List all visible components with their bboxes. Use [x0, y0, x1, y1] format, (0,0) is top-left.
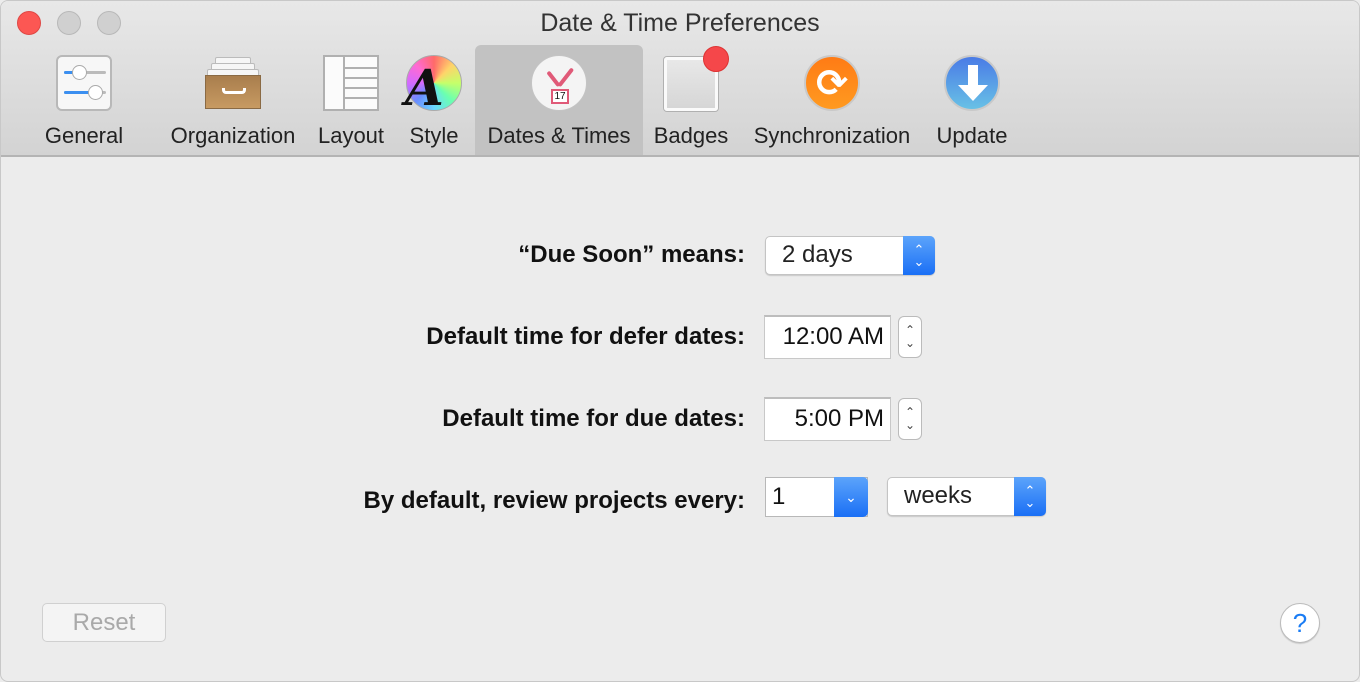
- due-soon-value: 2 days: [782, 241, 853, 268]
- title-bar-toolbar: Date & Time Preferences General Organiza…: [1, 1, 1359, 157]
- due-time-field[interactable]: 5:00 PM: [764, 397, 891, 441]
- review-label: By default, review projects every:: [363, 487, 746, 514]
- tab-synchronization[interactable]: ⟳ Synchronization: [745, 45, 919, 155]
- tab-layout[interactable]: Layout: [311, 45, 391, 155]
- window-title: Date & Time Preferences: [540, 9, 820, 37]
- badge-icon: [661, 46, 729, 113]
- defer-time-stepper[interactable]: ⌃ ⌄: [898, 316, 922, 358]
- tab-label: Badges: [653, 123, 729, 148]
- tab-organization[interactable]: Organization: [163, 45, 303, 155]
- due-time-label: Default time for due dates:: [442, 405, 745, 432]
- color-wheel-font-icon: A: [404, 53, 464, 117]
- tab-label: Style: [409, 123, 459, 148]
- sync-icon: ⟳: [802, 53, 862, 113]
- tab-dates-times[interactable]: 17 Dates & Times: [475, 45, 643, 155]
- up-down-chevron-icon: ⌃ ⌄: [903, 236, 935, 275]
- reset-button[interactable]: Reset: [42, 603, 166, 642]
- tab-badges[interactable]: Badges: [649, 45, 733, 155]
- stepper-down-icon[interactable]: ⌄: [905, 419, 915, 432]
- tab-label: Synchronization: [753, 123, 911, 148]
- layout-columns-icon: [321, 53, 381, 113]
- chevron-down-icon[interactable]: ⌄: [834, 477, 868, 517]
- up-down-chevron-icon: ⌃ ⌄: [1014, 477, 1046, 516]
- sliders-icon: [54, 53, 114, 113]
- file-drawer-icon: [203, 53, 263, 113]
- tab-label: Organization: [170, 123, 296, 148]
- tab-label: Dates & Times: [487, 123, 631, 148]
- due-soon-popup[interactable]: 2 days ⌃ ⌄: [765, 236, 935, 275]
- preferences-window: Date & Time Preferences General Organiza…: [0, 0, 1360, 682]
- tab-label: Layout: [317, 123, 385, 148]
- tab-update[interactable]: Update: [929, 45, 1015, 155]
- review-unit-popup[interactable]: weeks ⌃ ⌄: [887, 477, 1046, 516]
- tab-label: General: [44, 123, 124, 148]
- defer-time-field[interactable]: 12:00 AM: [764, 315, 891, 359]
- review-count-combobox[interactable]: 1 ⌄: [765, 477, 868, 517]
- clock-calendar-icon: 17: [529, 53, 589, 113]
- due-time-stepper[interactable]: ⌃ ⌄: [898, 398, 922, 440]
- download-arrow-icon: [942, 53, 1002, 113]
- due-soon-label: “Due Soon” means:: [518, 241, 745, 268]
- tab-general[interactable]: General: [31, 45, 137, 155]
- review-unit-value: weeks: [904, 482, 973, 509]
- tab-label: Update: [936, 123, 1008, 148]
- help-button[interactable]: ?: [1280, 603, 1320, 643]
- tab-style[interactable]: A Style: [399, 45, 469, 155]
- defer-time-label: Default time for defer dates:: [426, 323, 745, 350]
- stepper-down-icon[interactable]: ⌄: [905, 337, 915, 350]
- review-count-value[interactable]: 1: [772, 483, 785, 511]
